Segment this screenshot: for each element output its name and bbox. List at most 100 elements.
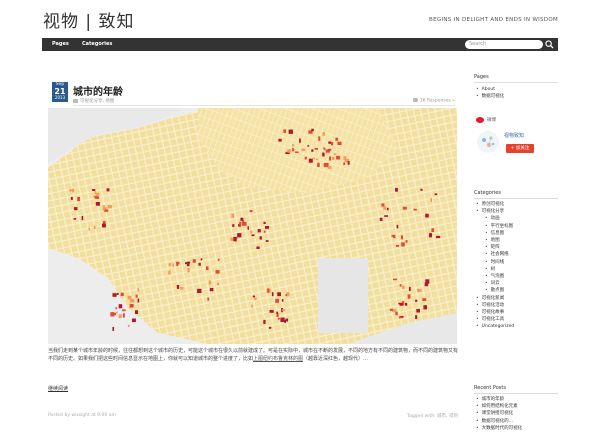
- modern-building-mark: [269, 309, 274, 313]
- sidebar-category-item[interactable]: 可视化故事: [476, 309, 514, 316]
- nav-categories[interactable]: Categories: [82, 41, 112, 47]
- sidebar-category-item[interactable]: 动画: [476, 215, 514, 222]
- modern-building-mark: [328, 166, 332, 169]
- modern-building-mark: [430, 198, 432, 202]
- modern-building-mark: [237, 233, 242, 238]
- sidebar-category-item[interactable]: Uncategorized: [476, 323, 515, 330]
- sidebar-category-item[interactable]: 可视化新闻: [476, 295, 514, 302]
- post-tags[interactable]: Tagged with: 城市, 得到: [407, 413, 458, 419]
- sidebar-recent-item[interactable]: 城市的年龄: [476, 396, 522, 403]
- modern-building-mark: [308, 158, 313, 163]
- sidebar-category-item[interactable]: 社会网络: [476, 251, 514, 258]
- post-categories-text[interactable]: 可视化分享, 地图: [80, 99, 114, 104]
- modern-building-mark: [379, 217, 383, 221]
- building-age-map: [48, 108, 457, 344]
- modern-building-mark: [283, 129, 287, 133]
- sidebar-category-item[interactable]: 原创可视化: [476, 201, 514, 208]
- modern-building-mark: [405, 239, 408, 243]
- modern-building-mark: [249, 210, 253, 213]
- modern-building-mark: [404, 302, 408, 306]
- modern-building-mark: [323, 147, 326, 150]
- modern-building-mark: [93, 225, 96, 229]
- sidebar-category-item[interactable]: 信息图: [476, 230, 514, 237]
- modern-building-mark: [95, 192, 100, 196]
- modern-building-mark: [287, 149, 291, 153]
- modern-building-mark: [116, 292, 119, 295]
- sidebar-category-item[interactable]: 可视化分享: [476, 208, 514, 215]
- modern-building-mark: [251, 304, 253, 308]
- sidebar-recent-item[interactable]: 数据可视化的...: [476, 418, 522, 425]
- post-meta: Posted by wizsight at 9:00 am: [48, 413, 116, 418]
- sidebar-category-item[interactable]: 气泡图: [476, 273, 514, 280]
- sidebar-category-item[interactable]: 地图: [476, 237, 514, 244]
- modern-building-mark: [265, 226, 270, 229]
- weibo-account-name[interactable]: 视物致知: [504, 132, 524, 139]
- modern-building-mark: [317, 162, 320, 167]
- post-divider: [73, 105, 455, 106]
- post-comments-link[interactable]: 16 Responses »: [420, 99, 455, 104]
- modern-building-mark: [263, 221, 266, 224]
- weibo-label[interactable]: 微博: [487, 117, 496, 123]
- modern-building-mark: [92, 189, 96, 191]
- modern-building-mark: [278, 138, 282, 142]
- modern-building-mark: [192, 259, 196, 263]
- sidebar-category-item[interactable]: 矩阵: [476, 244, 514, 251]
- sidebar-pages-title: Pages: [474, 74, 489, 80]
- modern-building-mark: [112, 326, 115, 331]
- modern-building-mark: [252, 295, 256, 298]
- modern-building-mark: [132, 318, 136, 323]
- sidebar-page-dataviz[interactable]: 数据可视化: [476, 93, 505, 100]
- modern-building-mark: [281, 299, 284, 302]
- post-excerpt-link[interactable]: 上图纽约布鲁克林的图: [253, 356, 303, 362]
- modern-building-mark: [107, 205, 113, 209]
- follow-button[interactable]: + 加关注: [506, 144, 534, 153]
- modern-building-mark: [277, 317, 280, 320]
- site-title[interactable]: 视物 | 致知: [43, 7, 135, 32]
- post-excerpt-end: （越靠近深红色，越现代）…: [303, 356, 369, 362]
- sidebar-recent-list: 城市的年龄如何用结构化元素课堂讲授可视化数据可视化的...大数据时代的可视化: [476, 396, 523, 432]
- modern-building-mark: [322, 132, 325, 136]
- modern-building-mark: [413, 208, 417, 211]
- sidebar-recent-item[interactable]: 课堂讲授可视化: [476, 410, 522, 417]
- sidebar-categories-list: 原创可视化可视化分享动画平行坐标图信息图地图矩阵社会网络时间线树气泡图词云散点图…: [476, 201, 515, 331]
- modern-building-mark: [102, 223, 106, 228]
- nav-pages[interactable]: Pages: [52, 41, 69, 47]
- modern-building-mark: [399, 284, 402, 287]
- modern-building-mark: [240, 217, 244, 221]
- modern-building-mark: [263, 319, 266, 324]
- main-navbar: Pages Categories Search: [42, 38, 558, 51]
- modern-building-mark: [398, 316, 402, 319]
- modern-building-mark: [230, 237, 234, 241]
- modern-building-mark: [322, 152, 325, 157]
- modern-building-mark: [232, 224, 235, 227]
- sidebar-recent-item[interactable]: 如何用结构化元素: [476, 403, 522, 410]
- sidebar-category-item[interactable]: 可视化活动: [476, 302, 514, 309]
- modern-building-mark: [424, 282, 429, 287]
- sidebar-category-item[interactable]: 可视化工具: [476, 316, 514, 323]
- modern-building-mark: [415, 299, 418, 302]
- modern-building-mark: [103, 205, 105, 207]
- avatar[interactable]: [477, 131, 499, 153]
- sidebar-recent-item[interactable]: 大数据时代的可视化: [476, 425, 523, 432]
- modern-building-mark: [277, 292, 281, 297]
- modern-building-mark: [185, 262, 189, 265]
- modern-building-mark: [263, 230, 266, 233]
- modern-building-mark: [127, 324, 130, 327]
- modern-building-mark: [386, 207, 389, 211]
- modern-building-mark: [396, 224, 399, 229]
- modern-building-mark: [316, 158, 319, 161]
- search-input[interactable]: Search: [465, 40, 543, 49]
- sidebar-category-item[interactable]: 树: [476, 266, 514, 273]
- modern-building-mark: [389, 308, 393, 311]
- sidebar-category-item[interactable]: 散点图: [476, 287, 514, 294]
- modern-building-mark: [434, 193, 438, 196]
- sidebar-category-item[interactable]: 平行坐标图: [476, 223, 514, 230]
- search-icon[interactable]: [545, 40, 554, 49]
- sidebar-page-about[interactable]: About: [476, 86, 504, 93]
- sidebar-category-item[interactable]: 时间线: [476, 259, 514, 266]
- read-more-link[interactable]: 继续阅读: [48, 385, 68, 392]
- modern-building-mark: [206, 266, 209, 270]
- modern-building-mark: [137, 298, 140, 303]
- post-title[interactable]: 城市的年龄: [73, 83, 123, 98]
- sidebar-category-item[interactable]: 词云: [476, 280, 514, 287]
